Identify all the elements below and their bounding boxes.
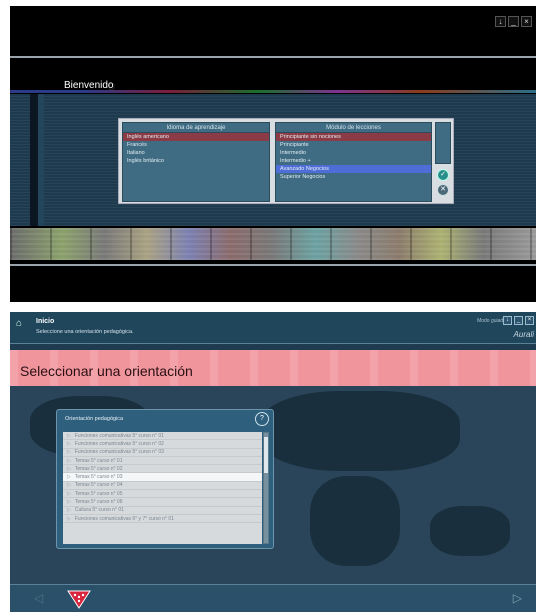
orientation-list: ▷ Funciones comunicativas 5° curso n° 01 ▷… [63, 432, 262, 544]
module-item[interactable]: Principiante sin nociones [276, 133, 431, 141]
dialog-title: Orientación pedagógica [65, 416, 124, 422]
play-triangle-icon: ▷ [67, 432, 71, 439]
minimize-button[interactable]: _ [514, 316, 523, 325]
orientation-item-label: Funciones comunicativas 5° curso n° 02 [74, 440, 164, 447]
module-list: Módulo de lecciones Principiante sin noc… [275, 122, 432, 202]
page-instruction: Seleccione una orientación pedagógica. [36, 329, 134, 335]
orientation-item-label: Temas 5° curso n° 05 [74, 490, 123, 497]
play-triangle-icon: ▷ [67, 499, 71, 506]
language-item[interactable]: Inglés americano [123, 133, 269, 141]
photo-strip [10, 228, 536, 260]
header-bar: ⌂ Inicio Seleccione una orientación peda… [10, 312, 536, 344]
orientation-item-label: Temas 5° curso n° 06 [74, 499, 123, 506]
orientation-item-label: Temas 5° curso n° 02 [74, 465, 123, 472]
back-arrow-icon[interactable]: ◁ [34, 591, 43, 605]
orientation-item-label: Funciones comunicativas 6° y 7° curso n°… [74, 515, 174, 522]
map-landmass [430, 506, 510, 556]
aurali-logo-icon [66, 588, 92, 612]
course-selection-box: Idioma de aprendizaje Inglés americano Fr… [118, 118, 454, 204]
banner-title: Seleccionar una orientación [20, 363, 193, 379]
page-title: Inicio [36, 318, 55, 325]
cancel-x-icon[interactable]: ✕ [437, 184, 449, 196]
module-item[interactable]: Avanzado Negocios [276, 165, 431, 173]
orientation-dialog: Orientación pedagógica ? ▷ Funciones comu… [56, 409, 274, 549]
minimize-to-tray-button[interactable]: ↓ [503, 316, 512, 325]
orientation-item[interactable]: ▷ Funciones comunicativas 6° y 7° curso n… [63, 515, 262, 524]
orientation-item-label: Funciones comunicativas 5° curso n° 03 [74, 449, 164, 456]
divider [10, 56, 536, 58]
orientation-screen: ⌂ Inicio Seleccione una orientación peda… [10, 312, 536, 612]
confirm-check-icon[interactable]: ✓ [437, 169, 449, 181]
module-list-header: Módulo de lecciones [276, 123, 431, 133]
list-scrollbar[interactable] [435, 122, 451, 164]
close-button[interactable]: × [525, 316, 534, 325]
scrollbar-thumb[interactable] [264, 437, 268, 473]
window-controls: ↓ _ × [495, 16, 532, 27]
close-button[interactable]: × [521, 16, 532, 27]
divider [10, 264, 536, 266]
language-item[interactable]: Francés [123, 141, 269, 149]
play-triangle-icon: ▷ [67, 482, 71, 489]
orientation-item-label: Funciones comunicativas 5° curso n° 01 [74, 432, 164, 439]
help-icon[interactable]: ? [255, 412, 269, 426]
home-icon[interactable]: ⌂ [16, 318, 22, 329]
footer-bar: ◁ ▷ [10, 584, 536, 612]
window-controls: ↓ _ × [503, 316, 534, 325]
welcome-screen: ↓ _ × o Bienvenido Idioma de aprendizaje… [10, 6, 536, 302]
brand-logo: Aurali [513, 330, 534, 339]
guided-mode-label: Modo guiado [477, 318, 506, 324]
module-item[interactable]: Intermedio [276, 149, 431, 157]
orientation-item-label: Temas 5° curso n° 01 [74, 457, 123, 464]
play-triangle-icon: ▷ [67, 465, 71, 472]
play-triangle-icon: ▷ [67, 490, 71, 497]
play-triangle-icon: ▷ [67, 515, 71, 522]
language-item[interactable]: Italiano [123, 149, 269, 157]
module-item[interactable]: Intermedio + [276, 157, 431, 165]
module-item[interactable]: Principiante [276, 141, 431, 149]
orientation-item-label: Temas 5° curso n° 03 [74, 474, 123, 481]
minimize-button[interactable]: _ [508, 16, 519, 27]
color-strip [10, 90, 536, 93]
play-triangle-icon: ▷ [67, 507, 71, 514]
orientation-item-label: Temas 5° curso n° 04 [74, 482, 123, 489]
play-triangle-icon: ▷ [67, 449, 71, 456]
next-arrow-icon[interactable]: ▷ [513, 591, 522, 605]
orientation-list-scrollbar[interactable] [263, 432, 269, 544]
language-list-header: Idioma de aprendizaje [123, 123, 269, 133]
play-triangle-icon: ▷ [67, 474, 71, 481]
language-list: Idioma de aprendizaje Inglés americano Fr… [122, 122, 270, 202]
module-item[interactable]: Superior Negocios [276, 173, 431, 181]
map-landmass [260, 391, 460, 471]
minimize-to-tray-button[interactable]: ↓ [495, 16, 506, 27]
orientation-item-label: Cultura 5° curso n° 01 [74, 507, 124, 514]
language-item[interactable]: Inglés británico [123, 157, 269, 165]
play-triangle-icon: ▷ [67, 440, 71, 447]
map-landmass [310, 476, 400, 566]
panel-pillar [38, 94, 44, 226]
play-triangle-icon: ▷ [67, 457, 71, 464]
